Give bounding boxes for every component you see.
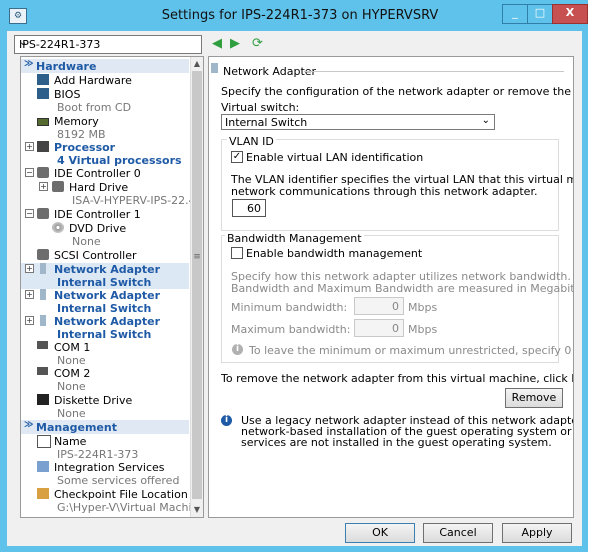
tree-item-integration-services[interactable]: Integration Services Some services offer… bbox=[21, 461, 189, 487]
network-adapter-icon bbox=[40, 315, 46, 326]
tree-item-diskette-drive[interactable]: Diskette Drive None bbox=[21, 394, 189, 420]
tree-item-ide-controller-0[interactable]: − IDE Controller 0 bbox=[21, 167, 189, 181]
apply-button[interactable]: Apply bbox=[502, 523, 572, 543]
vlan-enable-label: Enable virtual LAN identification bbox=[246, 151, 424, 164]
scrollbar-thumb[interactable] bbox=[192, 71, 202, 499]
tree-item-network-adapter-1[interactable]: + Network Adapter Internal Switch bbox=[21, 263, 189, 289]
grip-icon: ≡ bbox=[193, 252, 201, 262]
tree-item-network-adapter-3[interactable]: + Network Adapter Internal Switch bbox=[21, 315, 189, 341]
tree-item-com2[interactable]: COM 2 None bbox=[21, 367, 189, 393]
tree-item-memory[interactable]: Memory 8192 MB bbox=[21, 115, 189, 141]
name-icon bbox=[37, 435, 51, 448]
collapse-icon: ≫ bbox=[24, 59, 34, 69]
expand-icon[interactable]: + bbox=[25, 264, 34, 273]
collapse-icon[interactable]: − bbox=[25, 209, 34, 218]
close-button[interactable]: X bbox=[552, 4, 588, 24]
expand-icon[interactable]: + bbox=[25, 142, 34, 151]
chevron-down-icon: ⌄ bbox=[481, 115, 490, 126]
floppy-icon bbox=[37, 394, 49, 405]
network-adapter-icon bbox=[40, 289, 46, 300]
vlan-enable-checkbox[interactable]: ✓ bbox=[231, 151, 243, 163]
min-bandwidth-label: Minimum bandwidth: bbox=[231, 301, 348, 314]
info-icon: i bbox=[221, 415, 232, 426]
max-bandwidth-unit: Mbps bbox=[408, 323, 438, 336]
dvd-icon bbox=[52, 222, 64, 233]
com-port-icon bbox=[37, 367, 48, 375]
tree-item-ide-controller-1[interactable]: − IDE Controller 1 bbox=[21, 208, 189, 222]
tree-item-bios[interactable]: BIOS Boot from CD bbox=[21, 88, 189, 115]
expand-icon[interactable]: + bbox=[25, 290, 34, 299]
collapse-icon[interactable]: − bbox=[25, 168, 34, 177]
max-bandwidth-input[interactable]: 0 bbox=[354, 319, 404, 337]
scsi-controller-icon bbox=[37, 249, 49, 260]
minimize-button[interactable]: _ bbox=[502, 4, 528, 24]
cancel-button[interactable]: Cancel bbox=[423, 523, 493, 543]
vlan-description-line-2: network communications through this netw… bbox=[231, 185, 538, 198]
min-bandwidth-input[interactable]: 0 bbox=[354, 297, 404, 315]
min-bandwidth-unit: Mbps bbox=[408, 301, 438, 314]
tree-item-scsi-controller[interactable]: SCSI Controller bbox=[21, 249, 189, 263]
tree-item-dvd-drive[interactable]: DVD Drive None bbox=[21, 222, 189, 249]
vlan-id-input[interactable]: 60 bbox=[232, 199, 266, 217]
window-title: Settings for IPS-224R1-373 on HYPERVSRV bbox=[161, 8, 439, 23]
tree-item-network-adapter-2[interactable]: + Network Adapter Internal Switch bbox=[21, 289, 189, 315]
add-hardware-icon bbox=[37, 74, 49, 85]
expand-icon[interactable]: + bbox=[39, 182, 48, 191]
tree-item-hard-drive[interactable]: + Hard Drive ISA-V-HYPERV-IPS-22.4R1... bbox=[21, 181, 203, 208]
virtual-switch-select[interactable]: Internal Switch ⌄ bbox=[221, 114, 495, 130]
processor-icon bbox=[37, 141, 49, 152]
section-divider bbox=[304, 71, 564, 72]
tree-item-processor[interactable]: + Processor 4 Virtual processors bbox=[21, 141, 189, 167]
scroll-up-icon[interactable]: ▲ bbox=[192, 59, 202, 69]
back-arrow-icon[interactable]: ◀ bbox=[212, 36, 222, 51]
title-bar[interactable]: ⚙ Settings for IPS-224R1-373 on HYPERVSR… bbox=[0, 0, 588, 31]
bandwidth-group-title: Bandwidth Management bbox=[225, 232, 364, 245]
integration-services-icon bbox=[37, 461, 49, 472]
scroll-down-icon[interactable]: ▼ bbox=[192, 505, 202, 515]
tree-item-com1[interactable]: COM 1 None bbox=[21, 341, 189, 367]
info-icon: i bbox=[232, 344, 243, 355]
remove-description: To remove the network adapter from this … bbox=[221, 372, 573, 385]
vm-selector[interactable]: IPS-224R1-373 ⌄ bbox=[14, 35, 202, 54]
hard-drive-icon bbox=[52, 181, 64, 192]
expand-icon[interactable]: + bbox=[25, 316, 34, 325]
hardware-section-header[interactable]: ≫ Hardware bbox=[21, 59, 189, 73]
ok-button[interactable]: OK bbox=[345, 523, 415, 543]
tree-item-name[interactable]: Name IPS-224R1-373 bbox=[21, 435, 189, 461]
management-section-header[interactable]: ≫ Management bbox=[21, 420, 189, 434]
bios-icon bbox=[37, 88, 49, 99]
bandwidth-enable-label: Enable bandwidth management bbox=[246, 247, 423, 260]
tree-item-add-hardware[interactable]: Add Hardware bbox=[21, 74, 189, 88]
forward-arrow-icon[interactable]: ▶ bbox=[230, 36, 240, 51]
refresh-icon[interactable]: ⟳ bbox=[252, 36, 263, 51]
bandwidth-hint: To leave the minimum or maximum unrestri… bbox=[249, 344, 573, 357]
max-bandwidth-label: Maximum bandwidth: bbox=[231, 323, 351, 336]
virtual-switch-label: Virtual switch: bbox=[221, 101, 300, 114]
chevron-down-icon: ⌄ bbox=[19, 37, 28, 48]
tree-item-checkpoint-file-location[interactable]: Checkpoint File Location G:\Hyper-V\Virt… bbox=[21, 488, 203, 515]
intro-text: Specify the configuration of the network… bbox=[221, 85, 573, 98]
bandwidth-enable-checkbox[interactable] bbox=[231, 247, 243, 259]
bandwidth-description-line-2: Bandwidth and Maximum Bandwidth are meas… bbox=[231, 282, 573, 295]
collapse-icon: ≫ bbox=[24, 420, 34, 430]
network-adapter-panel: Network Adapter Specify the configuratio… bbox=[208, 56, 574, 518]
remove-button[interactable]: Remove bbox=[505, 388, 563, 408]
com-port-icon bbox=[37, 341, 48, 349]
legacy-adapter-text-line-3: services are not installed in the guest … bbox=[241, 436, 552, 449]
tree-scrollbar[interactable]: ▲ ≡ ▼ bbox=[190, 57, 203, 517]
maximize-button[interactable]: □ bbox=[527, 4, 553, 24]
checkpoint-icon bbox=[37, 488, 49, 499]
vlan-group-title: VLAN ID bbox=[227, 135, 276, 148]
ide-controller-icon bbox=[37, 208, 49, 219]
app-icon: ⚙ bbox=[9, 8, 27, 24]
memory-icon bbox=[37, 118, 49, 126]
ide-controller-icon bbox=[37, 167, 49, 178]
settings-tree: ≫ Hardware Add Hardware BIOS Boot from C… bbox=[20, 56, 204, 518]
network-adapter-icon bbox=[211, 63, 218, 73]
network-adapter-icon bbox=[40, 263, 46, 274]
section-title: Network Adapter bbox=[223, 65, 317, 78]
